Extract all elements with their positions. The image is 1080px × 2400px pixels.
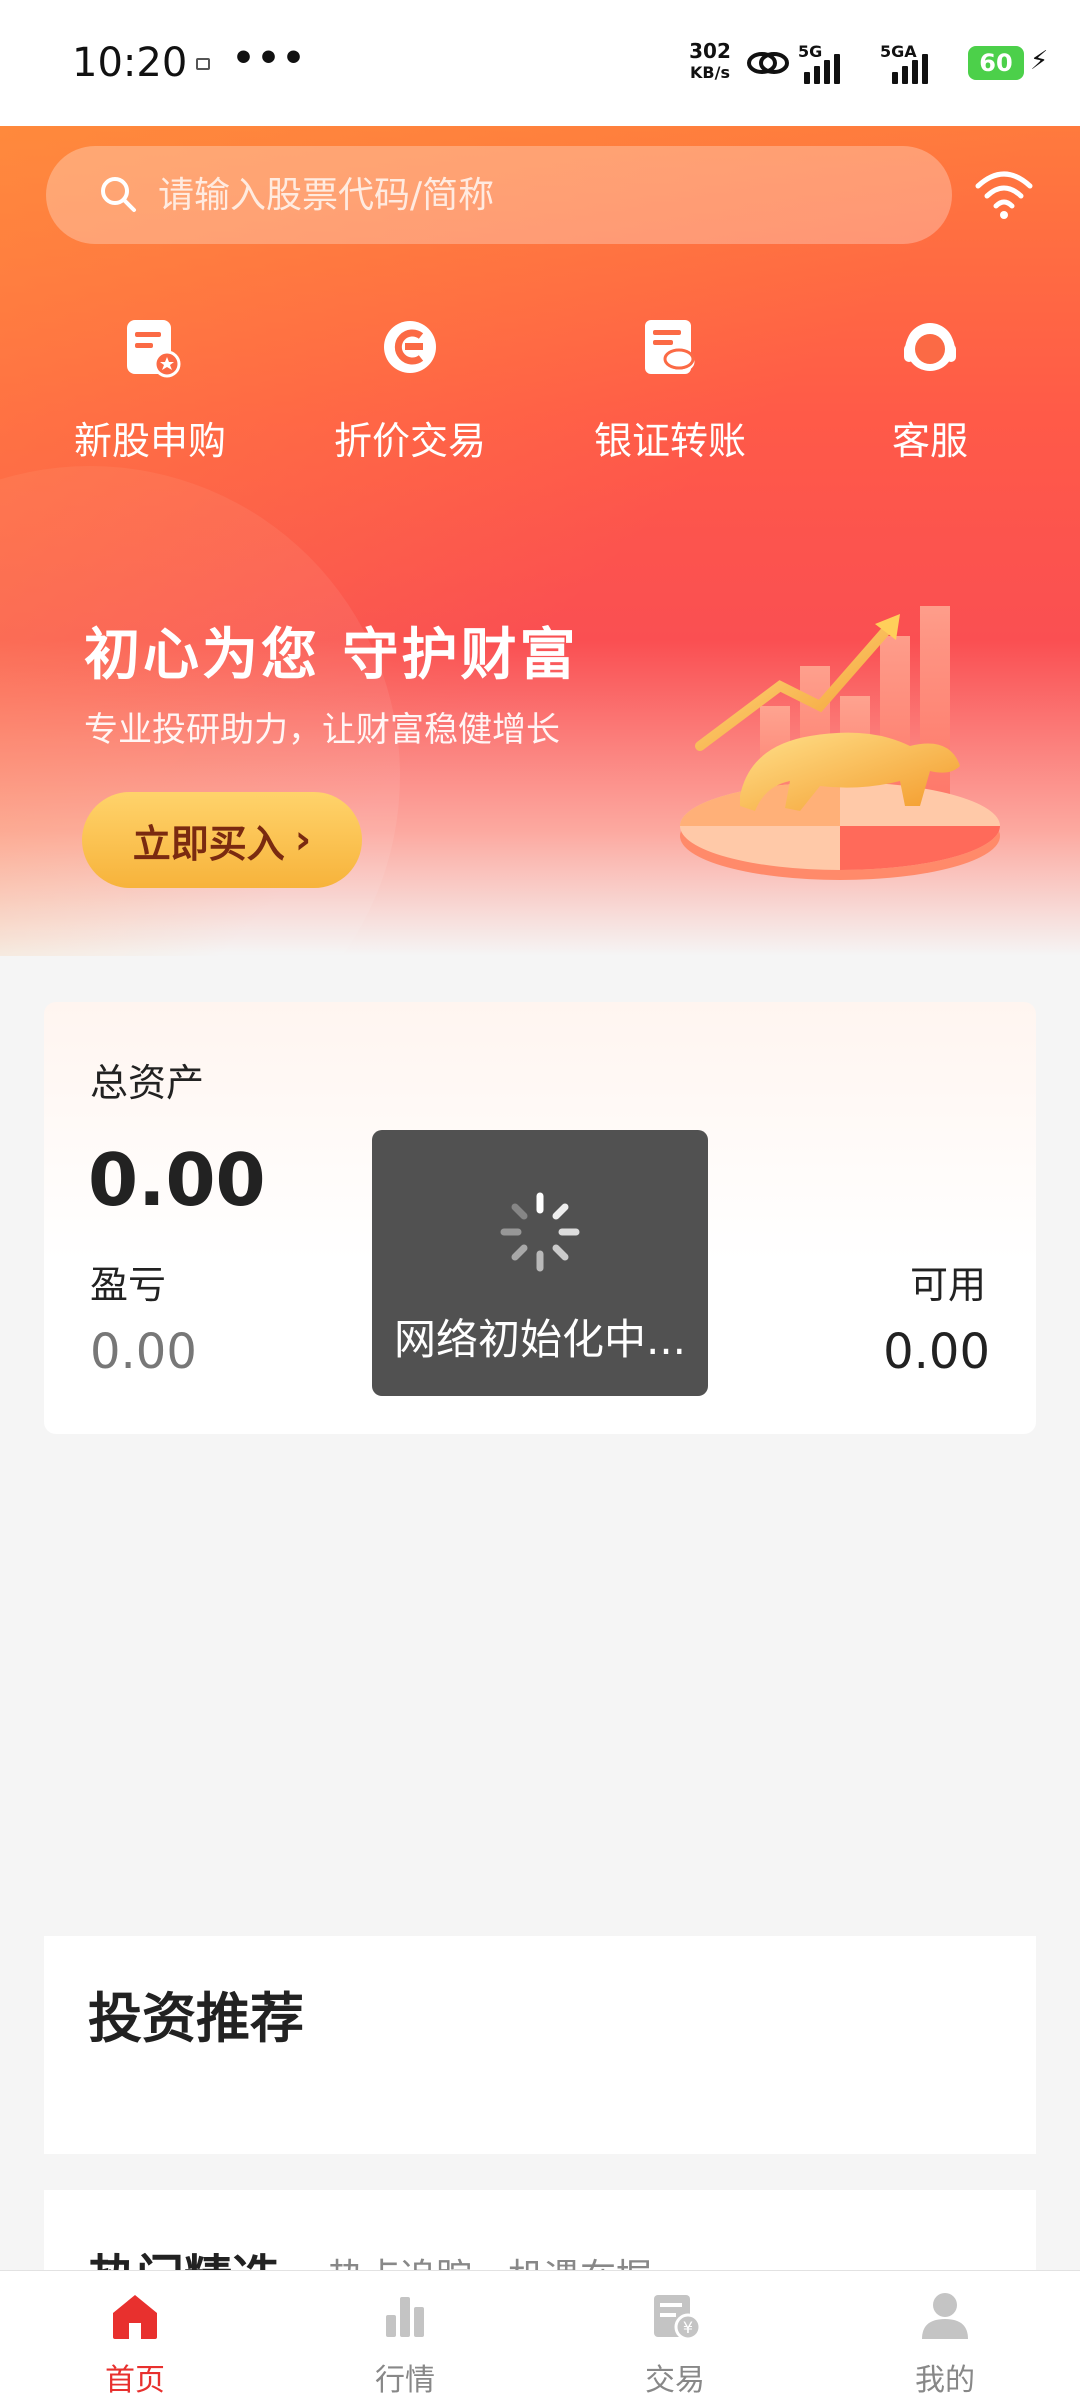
tab-label: 行情 (375, 2363, 435, 2398)
quick-action-label: 客服 (891, 419, 968, 463)
search-input[interactable] (158, 146, 898, 244)
tab-trade[interactable]: ¥ 交易 (540, 2271, 810, 2400)
headset-icon (904, 323, 956, 371)
hotspot-link-icon (747, 52, 789, 74)
trade-icon: ¥ (654, 2295, 702, 2341)
tab-profile[interactable]: 我的 (810, 2271, 1080, 2400)
status-bar: 10:20 ••• 302 KB/s 5G 5GA 60 ⚡ (0, 0, 1080, 126)
profit-loss-label: 盈亏 (90, 1263, 167, 1307)
app-screen: 10:20 ••• 302 KB/s 5G 5GA 60 ⚡ 请输入股票代码/简… (0, 0, 1080, 2400)
available-value: 0.00 (883, 1324, 990, 1380)
svg-text:¥: ¥ (683, 2318, 693, 2337)
total-assets-label: 总资产 (90, 1061, 205, 1105)
wifi-icon[interactable] (974, 166, 1034, 220)
available-label: 可用 (909, 1263, 986, 1307)
investment-recommendation-section: 投资推荐 (44, 1936, 1036, 2154)
tab-home[interactable]: 首页 (0, 2271, 270, 2400)
buy-now-label: 立即买入 (132, 821, 285, 866)
quick-action-discount-trade[interactable]: 折价交易 (310, 312, 510, 492)
hero-banner: 新股申购 折价交易 银证转账 (0, 126, 1080, 956)
notification-icon (196, 58, 210, 70)
buy-now-button[interactable]: 立即买入 › (82, 792, 362, 888)
section-subtitle: 热点追踪，机遇在握 (328, 2248, 652, 2270)
signal-bars-icon-2 (892, 54, 928, 84)
status-indicators: 302 KB/s 5G 5GA 60 ⚡ (680, 36, 1080, 92)
banner-title: 初心为您 守护财富 (84, 623, 579, 688)
discount-trade-icon (384, 321, 436, 373)
loading-message: 网络初始化中... (393, 1315, 687, 1364)
home-icon (113, 2295, 157, 2339)
network-speed-unit: KB/s (690, 63, 730, 82)
quick-action-customer-service[interactable]: 客服 (830, 312, 1030, 492)
network-speed: 302 KB/s (680, 40, 740, 84)
bull-chart-illustration (680, 606, 1000, 880)
battery-icon: 60 (968, 46, 1024, 80)
charging-icon: ⚡ (1030, 46, 1049, 76)
bank-transfer-icon (645, 320, 695, 374)
bottom-tab-bar: 首页 行情 ¥ 交易 我的 (0, 2270, 1080, 2400)
hot-picks-section[interactable]: 热门精选 热点追踪，机遇在握 (44, 2190, 1036, 2270)
quick-action-label: 银证转账 (593, 419, 746, 463)
profit-loss-value: 0.00 (90, 1324, 197, 1380)
chevron-right-icon: › (294, 817, 312, 863)
loading-spinner-icon (500, 1192, 580, 1272)
quick-action-label: 新股申购 (73, 419, 226, 463)
tab-label: 我的 (915, 2363, 975, 2398)
ipo-icon (127, 320, 181, 378)
search-bar[interactable] (46, 146, 952, 244)
tab-market[interactable]: 行情 (270, 2271, 540, 2400)
loading-toast: 网络初始化中... (372, 1130, 708, 1396)
quick-action-bank-transfer[interactable]: 银证转账 (570, 312, 770, 492)
search-icon (101, 177, 136, 212)
banner-subtitle: 专业投研助力，让财富稳健增长 (84, 710, 560, 750)
quick-action-label: 折价交易 (333, 419, 486, 463)
more-notifications-icon: ••• (232, 38, 308, 79)
tab-label: 首页 (105, 2363, 165, 2398)
total-assets-value: 0.00 (88, 1138, 266, 1222)
tab-label: 交易 (645, 2363, 705, 2398)
status-time: 10:20 (72, 40, 188, 86)
section-title: 投资推荐 (88, 1987, 304, 2050)
profile-icon (922, 2293, 968, 2339)
signal-bars-icon (804, 54, 840, 84)
network-speed-value: 302 (689, 39, 731, 63)
section-title: 热门精选 (88, 2238, 280, 2270)
market-icon (386, 2297, 424, 2337)
quick-action-ipo[interactable]: 新股申购 (50, 312, 250, 492)
